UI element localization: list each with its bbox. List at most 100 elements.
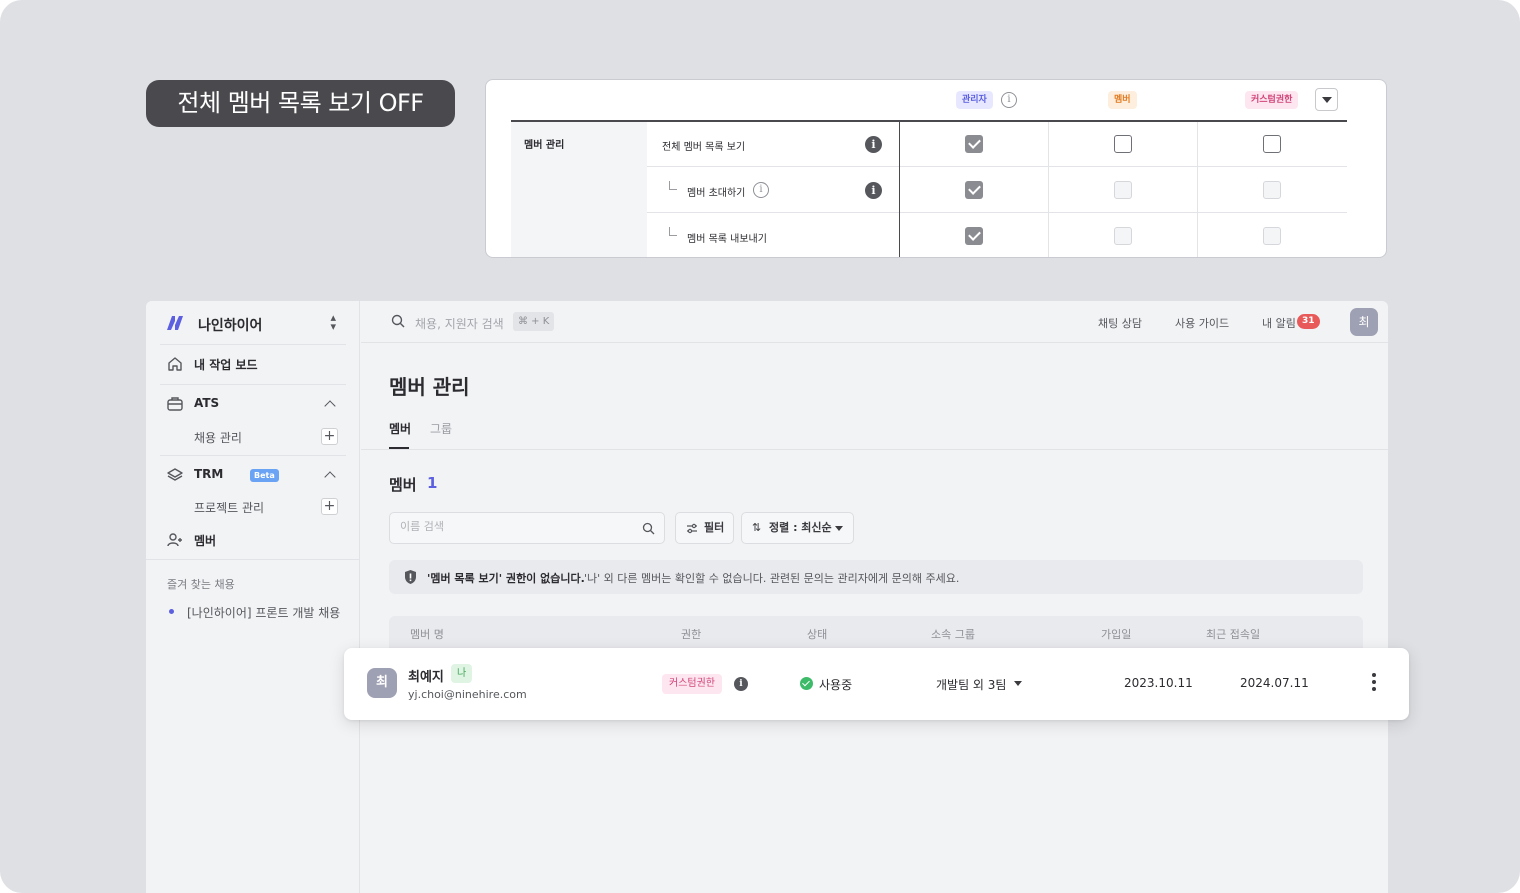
more-options-icon[interactable] xyxy=(1371,673,1377,695)
table-header: 멤버 명 권한 상태 소속 그룹 가입일 최근 접속일 xyxy=(389,616,1363,650)
admin-view-all-checkbox[interactable] xyxy=(965,135,983,153)
workspace-switcher[interactable]: 나인하이어 ▴ ▾ xyxy=(160,307,344,339)
global-search-input[interactable]: 채용, 지원자 검색 xyxy=(415,315,504,332)
tree-connector xyxy=(669,181,677,190)
avatar: 최 xyxy=(367,668,397,698)
member-export-checkbox xyxy=(1114,227,1132,245)
name-search-field[interactable] xyxy=(389,512,665,544)
ninehire-logo-icon xyxy=(164,313,186,333)
permission-row-label: 전체 멤버 목록 보기 xyxy=(662,142,746,153)
admin-export-checkbox[interactable] xyxy=(965,227,983,245)
caret-down-icon[interactable] xyxy=(1014,681,1022,686)
sidebar-subitem-projects[interactable]: 프로젝트 관리 xyxy=(194,499,264,516)
custom-invite-checkbox xyxy=(1263,181,1281,199)
member-invite-checkbox xyxy=(1114,181,1132,199)
notification-count-badge: 31 xyxy=(1297,314,1320,329)
favorites-title: 즐겨 찾는 채용 xyxy=(167,578,235,591)
user-add-icon xyxy=(167,533,182,547)
check-circle-icon xyxy=(800,677,813,690)
sidebar-subitem-recruiting[interactable]: 채용 관리 xyxy=(194,429,242,446)
notice-text: '나' 외 다른 멤버는 확인할 수 없습니다. 관련된 문의는 관리자에게 문… xyxy=(584,572,960,585)
sidebar-item-label: ATS xyxy=(194,396,220,410)
row-divider xyxy=(647,212,1347,213)
last-access-date: 2024.07.11 xyxy=(1240,676,1309,690)
page-title: 멤버 관리 xyxy=(389,375,470,399)
permission-row-label: 멤버 초대하기 xyxy=(687,188,746,199)
sidebar-item-ats[interactable]: ATS xyxy=(166,392,346,416)
member-name: 최예지 xyxy=(408,670,444,685)
column-divider xyxy=(899,122,900,257)
column-header-last-access: 최근 접속일 xyxy=(1206,628,1261,641)
column-header-role: 권한 xyxy=(681,628,702,641)
caret-down-icon xyxy=(835,526,843,531)
role-dropdown-button[interactable] xyxy=(1315,88,1338,111)
divider xyxy=(160,384,346,385)
home-icon xyxy=(168,357,182,371)
add-icon[interactable]: + xyxy=(321,498,338,515)
divider xyxy=(146,559,360,560)
guide-link[interactable]: 사용 가이드 xyxy=(1175,315,1229,331)
search-icon xyxy=(642,522,655,535)
favorite-dot xyxy=(169,609,174,614)
favorite-item[interactable]: [나인하이어] 프론트 개발 채용 xyxy=(187,604,340,621)
permission-group-column: 멤버 관리 xyxy=(511,122,647,257)
member-status: 사용중 xyxy=(819,678,853,692)
permission-group-label: 멤버 관리 xyxy=(524,140,565,151)
member-group-dropdown[interactable]: 개발팀 외 3팀 xyxy=(936,676,1006,693)
sort-dropdown[interactable]: ⇅ 정렬 : 최신순 xyxy=(741,512,854,544)
joined-date: 2023.10.11 xyxy=(1124,676,1193,690)
role-badge: 커스텀권한 xyxy=(662,674,722,694)
column-divider xyxy=(1048,122,1049,257)
sort-label: 정렬 : 최신순 xyxy=(769,521,832,534)
sidebar-item-label: TRM xyxy=(194,467,224,481)
divider xyxy=(160,455,346,456)
add-icon[interactable]: + xyxy=(321,428,338,445)
sidebar-item-label: 내 작업 보드 xyxy=(194,358,258,372)
role-member-badge: 멤버 xyxy=(1108,91,1137,109)
divider xyxy=(160,344,346,345)
row-divider xyxy=(647,166,1347,167)
notifications-link[interactable]: 내 알림 xyxy=(1262,315,1296,331)
sidebar-item-members[interactable]: 멤버 xyxy=(166,528,346,552)
member-email: yj.choi@ninehire.com xyxy=(408,688,527,701)
column-divider xyxy=(1197,122,1198,257)
admin-invite-checkbox[interactable] xyxy=(965,181,983,199)
sidebar-item-trm[interactable]: TRM Beta xyxy=(166,463,346,487)
name-search-input[interactable] xyxy=(400,520,630,533)
column-header-group: 소속 그룹 xyxy=(931,628,975,641)
info-icon[interactable]: i xyxy=(753,182,769,198)
app-window: 나인하이어 ▴ ▾ 내 작업 보드 ATS 채용 관리 + TRM Beta 프… xyxy=(146,301,1388,893)
tab-groups[interactable]: 그룹 xyxy=(430,420,452,437)
table-row[interactable]: 최 최예지 나 yj.choi@ninehire.com 커스텀권한 i 사용중… xyxy=(344,648,1409,720)
tree-connector xyxy=(669,227,677,236)
column-header-joined: 가입일 xyxy=(1101,628,1132,641)
permission-row-label: 멤버 목록 내보내기 xyxy=(687,234,767,245)
filter-button[interactable]: 필터 xyxy=(675,512,734,544)
tab-members[interactable]: 멤버 xyxy=(389,420,411,437)
column-header-name: 멤버 명 xyxy=(410,628,444,641)
permission-notice: '멤버 목록 보기' 권한이 없습니다. '나' 외 다른 멤버는 확인할 수 … xyxy=(389,560,1363,594)
custom-view-all-checkbox[interactable] xyxy=(1263,135,1281,153)
notice-title: '멤버 목록 보기' 권한이 없습니다. xyxy=(427,572,585,585)
role-admin-badge: 관리자 xyxy=(956,91,993,109)
sidebar-item-label: 멤버 xyxy=(194,534,217,548)
sidebar-item-dashboard[interactable]: 내 작업 보드 xyxy=(166,352,346,376)
tab-divider xyxy=(361,449,1388,450)
me-badge: 나 xyxy=(451,664,473,683)
avatar[interactable]: 최 xyxy=(1350,308,1378,336)
headline-pill: 전체 멤버 목록 보기 OFF xyxy=(146,80,455,127)
custom-export-checkbox xyxy=(1263,227,1281,245)
shield-icon xyxy=(405,570,416,584)
info-icon[interactable]: i xyxy=(1001,92,1017,108)
member-view-all-checkbox[interactable] xyxy=(1114,135,1132,153)
filter-icon xyxy=(687,523,697,534)
info-icon[interactable]: i xyxy=(865,136,882,153)
shortcut-hint: ⌘ + K xyxy=(513,312,555,331)
member-count: 1 xyxy=(427,474,438,492)
briefcase-icon xyxy=(167,397,183,411)
switch-arrows-icon: ▴ ▾ xyxy=(330,311,336,333)
chat-link[interactable]: 채팅 상담 xyxy=(1098,315,1142,331)
sort-icon: ⇅ xyxy=(752,521,762,534)
info-icon[interactable]: i xyxy=(865,182,882,199)
info-icon[interactable]: i xyxy=(734,677,748,691)
